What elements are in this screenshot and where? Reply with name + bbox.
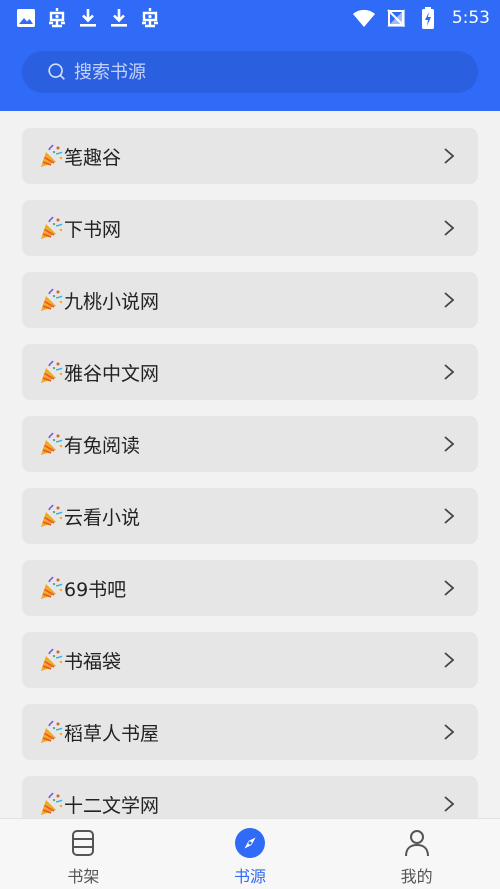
source-item[interactable]: 雅谷中文网 [22,344,478,400]
source-list: 笔趣谷 下书网 九桃小说网 雅谷中文网 有兔阅读 云看小说 69书吧 书福袋 稻… [22,128,478,848]
status-bar-system: 5:53 [352,4,490,32]
chevron-right-icon [444,652,455,668]
source-item[interactable]: 笔趣谷 [22,128,478,184]
chevron-right-icon [444,148,455,164]
party-popper-icon [41,432,63,455]
source-name: 稻草人书屋 [64,722,160,745]
chevron-right-icon [444,436,455,452]
party-popper-icon [41,576,63,599]
search-input[interactable] [72,60,456,84]
source-item[interactable]: 有兔阅读 [22,416,478,472]
source-item[interactable]: 云看小说 [22,488,478,544]
tab-label: 书架 [67,867,100,886]
download-icon [80,9,96,27]
image-icon [17,9,35,27]
tab-label: 书源 [234,867,267,886]
source-name: 笔趣谷 [64,146,122,169]
source-item[interactable]: 69书吧 [22,560,478,616]
wifi-icon [352,9,375,27]
source-item[interactable]: 稻草人书屋 [22,704,478,760]
search-bar[interactable] [22,51,478,93]
chevron-right-icon [444,796,455,812]
tab-mine[interactable]: 我的 [333,819,500,889]
party-popper-icon [41,792,63,815]
party-popper-icon [41,216,63,239]
clock: 5:53 [451,8,490,28]
tab-bookshelf[interactable]: 书架 [0,819,167,889]
person-icon [404,830,429,857]
party-popper-icon [41,288,63,311]
source-name: 69书吧 [64,578,127,601]
screen: 5:53 笔趣谷 [0,0,500,889]
source-item[interactable]: 书福袋 [22,632,478,688]
party-popper-icon [41,648,63,671]
source-item[interactable]: 下书网 [22,200,478,256]
source-name: 下书网 [64,218,122,241]
download-icon [111,9,127,27]
chevron-right-icon [444,364,455,380]
source-name: 云看小说 [64,506,141,529]
bug-icon [142,8,158,28]
tab-sources[interactable]: 书源 [167,819,334,889]
battery-charging-icon [421,7,434,29]
chevron-right-icon [444,724,455,740]
search-icon [48,63,65,80]
status-bar-notifications [14,4,162,32]
party-popper-icon [41,144,63,167]
chevron-right-icon [444,220,455,236]
chevron-right-icon [444,580,455,596]
source-name: 书福袋 [64,650,122,673]
party-popper-icon [41,720,63,743]
status-bar: 5:53 [0,0,500,36]
compass-icon [235,828,265,858]
chevron-right-icon [444,508,455,524]
party-popper-icon [41,504,63,527]
header: 5:53 [0,0,500,111]
party-popper-icon [41,360,63,383]
bottom-nav: 书架 书源 我的 [0,818,500,889]
bug-icon [49,8,65,28]
chevron-right-icon [444,292,455,308]
source-name: 雅谷中文网 [64,362,160,385]
source-name: 十二文学网 [64,794,160,817]
bookshelf-icon [72,830,95,856]
source-name: 九桃小说网 [64,290,160,313]
no-signal-icon [386,9,405,27]
source-name: 有兔阅读 [64,434,141,457]
source-item[interactable]: 九桃小说网 [22,272,478,328]
tab-label: 我的 [400,867,433,886]
